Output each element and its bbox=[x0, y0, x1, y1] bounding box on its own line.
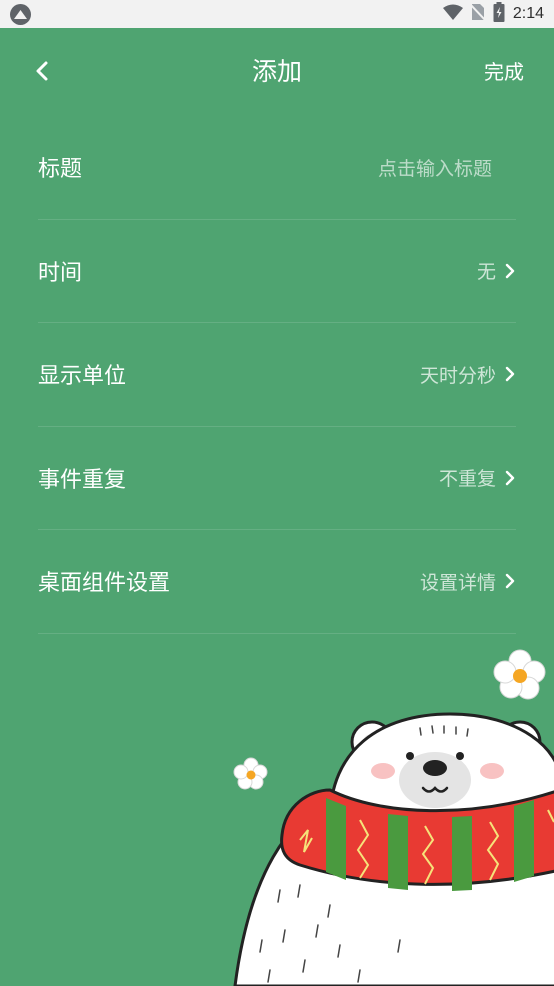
row-label: 标题 bbox=[38, 157, 83, 183]
row-repeat[interactable]: 事件重复 不重复 bbox=[38, 427, 516, 530]
chevron-right-icon bbox=[505, 574, 515, 589]
watermark: 007游戏网 www.yx007.com bbox=[417, 919, 544, 974]
row-value: 不重复 bbox=[438, 468, 496, 491]
chevron-left-icon bbox=[36, 61, 48, 81]
battery-icon bbox=[493, 2, 505, 26]
row-time[interactable]: 时间 无 bbox=[38, 220, 516, 323]
page-title: 添加 bbox=[251, 57, 302, 86]
status-clock: 2:14 bbox=[512, 5, 544, 22]
row-value: 无 bbox=[476, 261, 496, 284]
title-input-placeholder[interactable]: 点击输入标题 bbox=[378, 154, 492, 181]
flower-icon bbox=[493, 649, 546, 700]
row-label: 时间 bbox=[38, 260, 83, 286]
watermark-url: www.yx007.com bbox=[428, 958, 544, 974]
top-bar: 添加 完成 bbox=[0, 28, 554, 116]
watermark-logo-text: 007游戏网 bbox=[416, 924, 544, 954]
row-title[interactable]: 标题 点击输入标题 bbox=[38, 116, 516, 220]
app-notification-icon bbox=[10, 4, 31, 25]
status-bar: 2:14 bbox=[0, 0, 554, 28]
row-display-unit[interactable]: 显示单位 天时分秒 bbox=[38, 323, 516, 427]
chevron-right-icon bbox=[505, 263, 515, 278]
row-label: 事件重复 bbox=[38, 467, 127, 493]
row-label: 显示单位 bbox=[38, 364, 127, 390]
row-label: 桌面组件设置 bbox=[38, 571, 171, 597]
row-widget-settings[interactable]: 桌面组件设置 设置详情 bbox=[38, 530, 516, 634]
chevron-right-icon bbox=[505, 367, 515, 382]
done-button[interactable]: 完成 bbox=[484, 58, 524, 86]
flower-icon bbox=[233, 757, 268, 790]
back-button[interactable] bbox=[28, 54, 56, 88]
settings-list: 标题 点击输入标题 时间 无 显示单位 天时分秒 事件重复 不重复 桌面组件设置… bbox=[0, 116, 554, 634]
chevron-right-icon bbox=[505, 470, 515, 485]
wifi-icon bbox=[442, 4, 463, 24]
row-value: 天时分秒 bbox=[419, 364, 496, 387]
no-sim-icon bbox=[470, 3, 486, 25]
row-value: 设置详情 bbox=[419, 571, 496, 594]
